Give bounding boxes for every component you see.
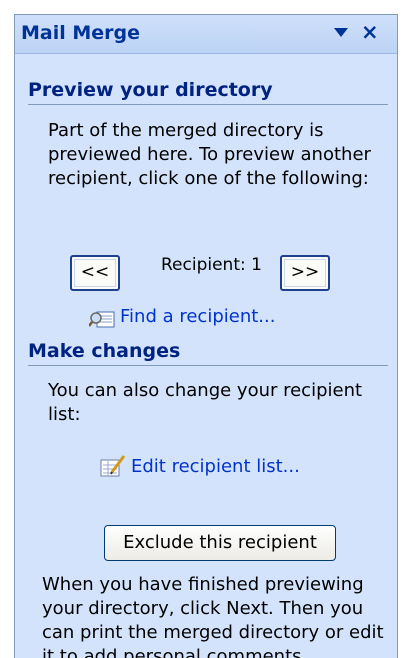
edit-recipient-list-icon[interactable]: [100, 454, 126, 478]
section-heading-preview: Preview your directory: [28, 79, 273, 101]
section-heading-make-changes: Make changes: [28, 340, 181, 362]
section-divider: [28, 104, 388, 105]
triangle-down-icon[interactable]: [334, 28, 348, 38]
mail-merge-task-pane: Mail Merge × Preview your directory Part…: [14, 14, 398, 658]
footer-instructions: When you have finished previewing your d…: [42, 574, 384, 658]
close-icon[interactable]: ×: [361, 20, 379, 44]
next-recipient-button[interactable]: >>: [280, 255, 330, 291]
make-changes-description: You can also change your recipient list:: [48, 380, 363, 425]
exclude-recipient-button[interactable]: Exclude this recipient: [104, 525, 336, 561]
previous-recipient-button[interactable]: <<: [70, 255, 120, 291]
recipient-number: Recipient: 1: [161, 255, 262, 275]
find-recipient-icon[interactable]: [89, 307, 115, 329]
edit-recipient-list-link[interactable]: Edit recipient list...: [131, 456, 300, 477]
find-recipient-link[interactable]: Find a recipient...: [120, 306, 275, 327]
section-divider: [28, 365, 388, 366]
pane-title-bar: Mail Merge ×: [15, 15, 397, 54]
pane-title: Mail Merge: [21, 22, 141, 44]
preview-description: Part of the merged directory is previewe…: [48, 120, 371, 189]
